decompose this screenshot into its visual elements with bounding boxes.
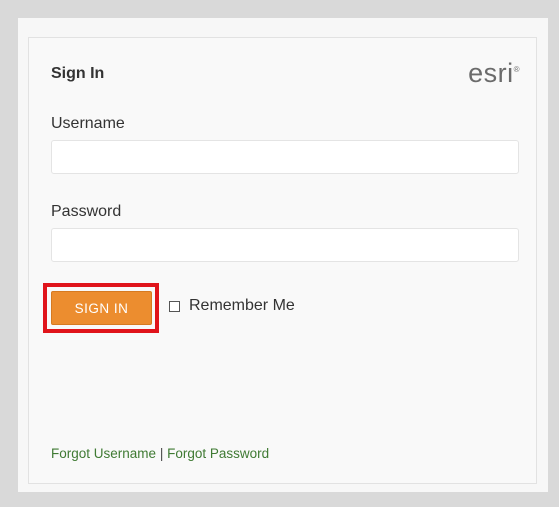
remember-me[interactable]: Remember Me [169,297,295,315]
sign-in-button[interactable]: SIGN IN [51,291,152,325]
password-label: Password [51,203,122,220]
footer-links: Forgot Username | Forgot Password [51,446,269,461]
sign-in-card: Sign In esri® Username Password SIGN IN … [28,37,537,484]
registered-mark: ® [513,65,520,74]
password-input[interactable] [51,228,519,262]
sign-in-title: Sign In [51,65,105,82]
forgot-password-link[interactable]: Forgot Password [167,446,269,461]
esri-logo: esri® [468,58,520,89]
username-input[interactable] [51,140,519,174]
forgot-username-link[interactable]: Forgot Username [51,446,156,461]
esri-logo-text: esri [468,58,514,88]
remember-me-label: Remember Me [189,297,295,314]
link-separator: | [159,446,164,461]
remember-me-checkbox[interactable] [169,300,180,312]
username-label: Username [51,115,125,132]
